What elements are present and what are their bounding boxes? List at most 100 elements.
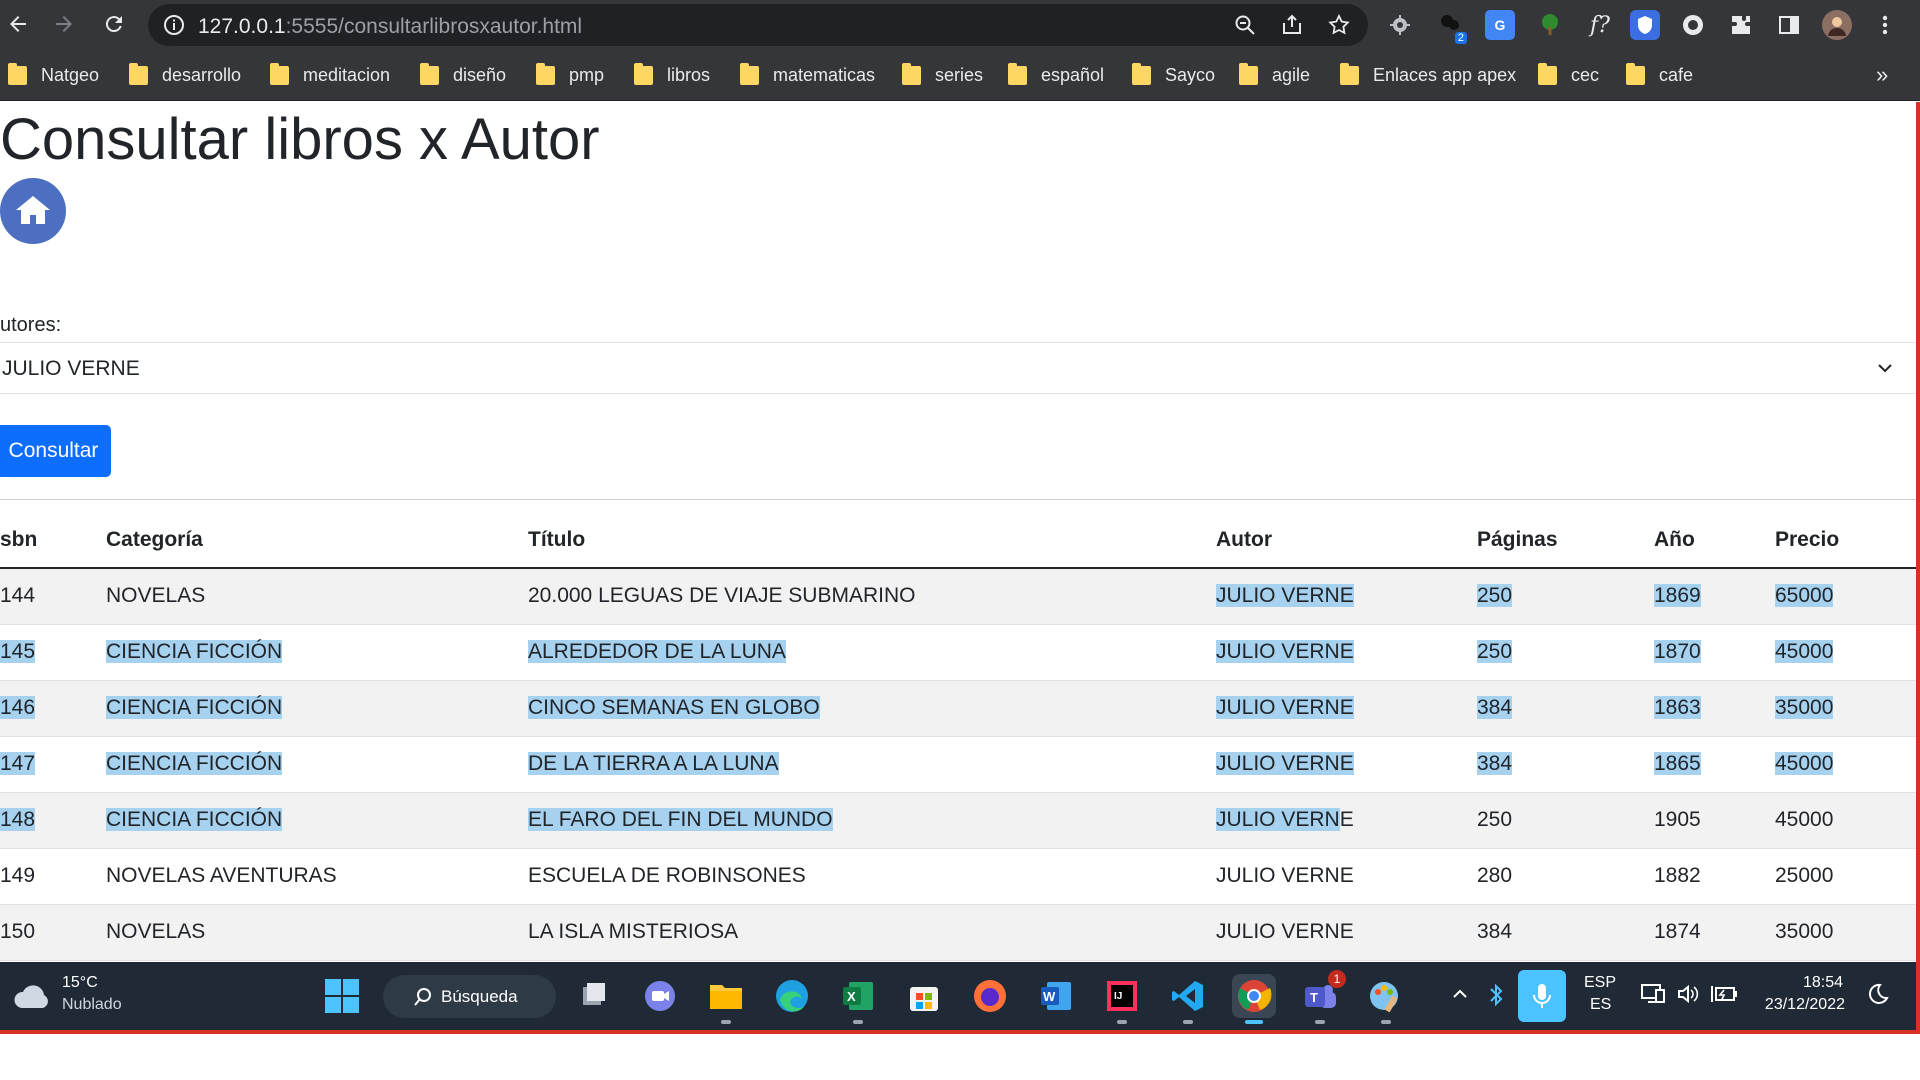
search-label: Búsqueda bbox=[441, 986, 518, 1006]
bookmark-enlaces-app-apex[interactable]: Enlaces app apex bbox=[1340, 59, 1516, 91]
address-bar[interactable]: 127.0.0.1:5555/consultarlibrosxautor.htm… bbox=[148, 4, 1368, 46]
folder-icon bbox=[1340, 62, 1359, 85]
zoom-icon[interactable] bbox=[1233, 13, 1257, 37]
page-content: Consultar libros x Autor utores: JULIO V… bbox=[0, 102, 1916, 962]
folder-icon bbox=[1538, 62, 1557, 85]
cell-paginas: 384 bbox=[1477, 904, 1654, 961]
taskbar-search[interactable]: Búsqueda bbox=[383, 975, 556, 1018]
notifications-button[interactable] bbox=[1866, 982, 1894, 1010]
vscode-icon bbox=[1172, 981, 1203, 1011]
cell-text: 45000 bbox=[1775, 808, 1834, 831]
bookmark-cec[interactable]: cec bbox=[1538, 59, 1599, 91]
home-link[interactable] bbox=[0, 178, 66, 244]
system-tray-icons[interactable] bbox=[1640, 982, 1740, 1010]
start-button[interactable] bbox=[320, 974, 364, 1018]
settings-extension[interactable] bbox=[1385, 10, 1415, 40]
cell-text: 1863 bbox=[1654, 696, 1701, 719]
bookmark-agile[interactable]: agile bbox=[1239, 59, 1310, 91]
bookmarks-overflow-button[interactable]: » bbox=[1876, 59, 1888, 91]
cell-precio: 45000 bbox=[1775, 736, 1916, 793]
extensions-button[interactable] bbox=[1726, 10, 1756, 40]
bookmark-meditacion[interactable]: meditacion bbox=[270, 59, 390, 91]
table-row: 146 CIENCIA FICCIÓN CINCO SEMANAS EN GLO… bbox=[0, 680, 1916, 737]
tray-overflow-button[interactable] bbox=[1450, 984, 1474, 1008]
bookmark-label: diseño bbox=[453, 64, 507, 85]
weather-widget[interactable]: 15°C Nublado bbox=[10, 974, 150, 1020]
cell-ano: 1870 bbox=[1654, 624, 1775, 681]
taskbar-teams[interactable]: T1 bbox=[1298, 970, 1346, 1024]
cell-text: 250 bbox=[1477, 808, 1513, 831]
cell-isbn: 149 bbox=[0, 848, 106, 905]
taskbar-intellij[interactable]: IJ bbox=[1100, 974, 1144, 1024]
extension-puzzle-badge[interactable]: 2 bbox=[1435, 10, 1467, 44]
cell-ano: 1869 bbox=[1654, 568, 1775, 625]
cell-precio: 35000 bbox=[1775, 904, 1916, 961]
task-view-button[interactable] bbox=[572, 974, 616, 1018]
microphone-tray[interactable] bbox=[1518, 970, 1566, 1022]
taskbar-excel[interactable]: X bbox=[836, 974, 880, 1024]
folder-icon bbox=[1239, 62, 1258, 85]
cell-categoria: NOVELAS AVENTURAS bbox=[106, 848, 528, 905]
record-icon bbox=[1683, 15, 1703, 35]
shield-icon bbox=[1638, 16, 1652, 34]
bluetooth-tray[interactable] bbox=[1486, 982, 1510, 1010]
taskbar-paint[interactable] bbox=[1364, 974, 1408, 1024]
clock-time: 18:54 bbox=[1802, 974, 1843, 991]
network-icon bbox=[1641, 984, 1665, 1003]
cell-text: 20.000 LEGUAS DE VIAJE SUBMARINO bbox=[528, 584, 916, 608]
taskbar-file-explorer[interactable] bbox=[704, 974, 748, 1024]
share-icon[interactable] bbox=[1280, 13, 1304, 37]
taskbar-store[interactable] bbox=[902, 974, 946, 1018]
info-icon[interactable] bbox=[162, 13, 186, 37]
bookmark-matematicas[interactable]: matematicas bbox=[740, 59, 875, 91]
bookmark-natgeo[interactable]: Natgeo bbox=[8, 59, 99, 91]
star-icon[interactable] bbox=[1327, 13, 1351, 37]
circle-extension[interactable] bbox=[1678, 10, 1708, 40]
taskbar: 15°C Nublado Búsqueda X W IJ T1 ESP ES 1… bbox=[0, 962, 1916, 1030]
clock-date: 23/12/2022 bbox=[1764, 996, 1845, 1013]
bookmark-desarrollo[interactable]: desarrollo bbox=[129, 59, 241, 91]
url-path: :5555/consultarlibrosxautor.html bbox=[285, 15, 583, 38]
url-text[interactable]: 127.0.0.1:5555/consultarlibrosxautor.htm… bbox=[198, 15, 582, 39]
cell-text: JULIO VERNE bbox=[1216, 864, 1354, 887]
active-indicator bbox=[1245, 1020, 1263, 1024]
reload-button[interactable] bbox=[96, 6, 132, 42]
formula-extension[interactable]: f? bbox=[1585, 10, 1615, 40]
cell-autor: JULIO VERNE bbox=[1216, 904, 1477, 961]
arrow-left-icon bbox=[10, 16, 26, 32]
bookmark-espanol[interactable]: español bbox=[1008, 59, 1104, 91]
bookmark-pmp[interactable]: pmp bbox=[536, 59, 604, 91]
author-select[interactable]: JULIO VERNE bbox=[0, 342, 1916, 394]
profile-avatar[interactable] bbox=[1822, 10, 1852, 40]
bookmark-sayco[interactable]: Sayco bbox=[1132, 59, 1215, 91]
bookmark-cafe[interactable]: cafe bbox=[1626, 59, 1693, 91]
cell-text: 35000 bbox=[1775, 696, 1834, 719]
side-panel-button[interactable] bbox=[1774, 10, 1804, 40]
shield-extension[interactable] bbox=[1630, 10, 1660, 40]
forward-button[interactable] bbox=[46, 6, 82, 42]
taskbar-chat[interactable] bbox=[638, 974, 682, 1018]
menu-button[interactable] bbox=[1870, 10, 1900, 40]
cell-precio: 35000 bbox=[1775, 680, 1916, 737]
translate-extension[interactable]: G bbox=[1485, 10, 1515, 40]
back-button[interactable] bbox=[0, 6, 36, 42]
taskbar-vscode[interactable] bbox=[1166, 974, 1210, 1024]
taskbar-chrome[interactable] bbox=[1232, 974, 1276, 1024]
bookmark-label: desarrollo bbox=[162, 64, 242, 85]
consult-button[interactable]: Consultar bbox=[0, 425, 111, 477]
bookmark-series[interactable]: series bbox=[902, 59, 983, 91]
cell-ano: 1865 bbox=[1654, 736, 1775, 793]
folder-icon bbox=[710, 985, 742, 1009]
taskbar-word[interactable]: W bbox=[1034, 974, 1078, 1018]
clock[interactable]: 18:54 23/12/2022 bbox=[1755, 972, 1855, 1020]
column-header-isbn: sbn bbox=[0, 513, 106, 569]
cell-text: CIENCIA FICCIÓN bbox=[106, 808, 283, 831]
folder-icon bbox=[1626, 62, 1645, 85]
bookmark-libros[interactable]: libros bbox=[634, 59, 710, 91]
taskbar-edge[interactable] bbox=[770, 974, 814, 1018]
bookmark-diseno[interactable]: diseño bbox=[420, 59, 506, 91]
tree-extension[interactable] bbox=[1535, 10, 1565, 40]
chevron-down-icon bbox=[1878, 364, 1892, 373]
taskbar-firefox[interactable] bbox=[968, 974, 1012, 1018]
language-indicator[interactable]: ESP ES bbox=[1580, 972, 1620, 1020]
